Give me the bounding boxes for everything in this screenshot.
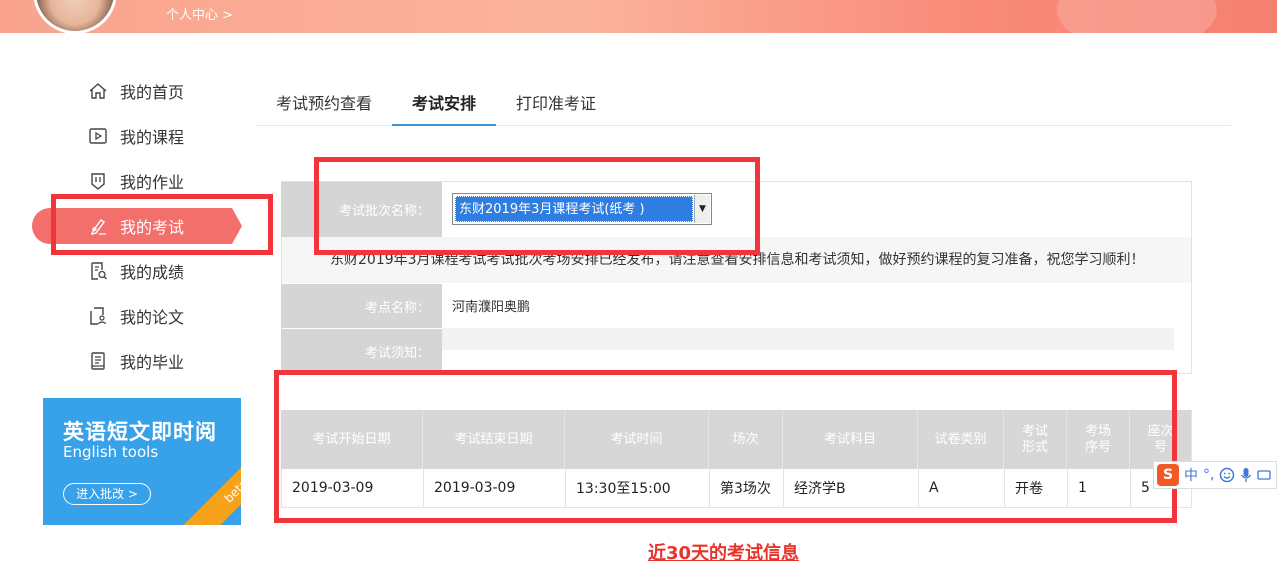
ime-punctuation-mode[interactable]: °, bbox=[1203, 467, 1214, 483]
sidebar-item-label: 我的成绩 bbox=[120, 263, 185, 282]
sidebar-item-courses[interactable]: 我的课程 bbox=[88, 118, 184, 154]
tab-exam-schedule[interactable]: 考试安排 bbox=[412, 90, 476, 114]
exam-notes-value bbox=[442, 328, 1174, 350]
play-course-icon bbox=[89, 128, 107, 144]
tab-print-admission-ticket[interactable]: 打印准考证 bbox=[516, 90, 596, 114]
smiley-icon[interactable] bbox=[1219, 467, 1235, 483]
exam-notes-label: 考试须知： bbox=[281, 329, 442, 373]
certificate-icon bbox=[91, 352, 105, 370]
sidebar-item-graduation[interactable]: 我的毕业 bbox=[88, 343, 184, 379]
sidebar-item-scores[interactable]: 我的成绩 bbox=[88, 253, 184, 289]
ime-toolbar[interactable]: S 中 °, bbox=[1153, 461, 1277, 489]
tab-exam-booking[interactable]: 考试预约查看 bbox=[276, 90, 372, 114]
annotation-box-batch-select bbox=[314, 157, 760, 255]
site-name-value: 河南濮阳奥鹏 bbox=[452, 300, 531, 315]
paper-user-icon bbox=[90, 307, 107, 325]
home-icon bbox=[89, 83, 107, 99]
ad-title: 英语短文即时阅 bbox=[63, 420, 217, 444]
sidebar-item-label: 我的作业 bbox=[120, 173, 185, 192]
beta-ribbon: beta bbox=[180, 435, 241, 525]
report-search-icon bbox=[91, 262, 107, 280]
recent-exams-caption: 近30天的考试信息 bbox=[648, 543, 800, 564]
annotation-box-sidebar bbox=[51, 194, 273, 255]
sidebar-item-label: 我的论文 bbox=[120, 308, 185, 327]
sidebar-item-label: 我的首页 bbox=[120, 83, 185, 102]
site-name-label: 考点名称： bbox=[281, 284, 442, 328]
exam-tabs: 考试预约查看 考试安排 打印准考证 bbox=[256, 80, 1231, 126]
sidebar-item-thesis[interactable]: 我的论文 bbox=[88, 298, 184, 334]
sidebar-item-home[interactable]: 我的首页 bbox=[88, 73, 184, 109]
microphone-icon[interactable] bbox=[1240, 467, 1252, 483]
ime-chinese-mode[interactable]: 中 bbox=[1184, 465, 1198, 485]
annotation-box-table bbox=[274, 370, 1177, 523]
keyboard-icon[interactable] bbox=[1257, 467, 1272, 483]
active-tab-indicator bbox=[392, 124, 496, 126]
homework-icon bbox=[91, 173, 105, 190]
ad-subtitle: English tools bbox=[63, 443, 159, 461]
sidebar-item-label: 我的毕业 bbox=[120, 353, 185, 372]
banner-decoration bbox=[1057, 0, 1217, 33]
profile-center-link[interactable]: 个人中心 > bbox=[166, 4, 233, 23]
sogou-logo-icon: S bbox=[1157, 464, 1179, 486]
sidebar-item-label: 我的课程 bbox=[120, 128, 185, 147]
ad-enter-button[interactable]: 进入批改 > bbox=[63, 483, 151, 505]
english-tools-ad[interactable]: 英语短文即时阅 English tools 进入批改 > beta bbox=[43, 398, 241, 525]
